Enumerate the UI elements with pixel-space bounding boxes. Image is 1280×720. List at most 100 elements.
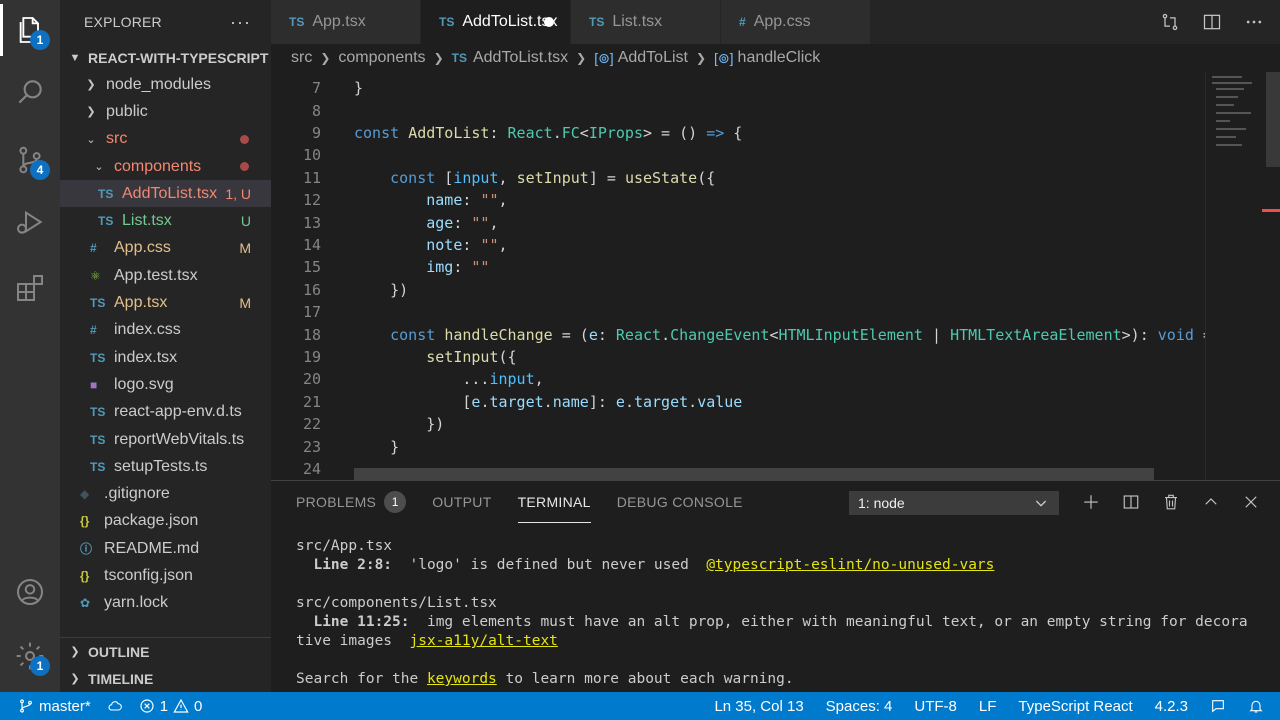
tree-file-package-json[interactable]: {} package.json [60,508,271,535]
tab-app-css[interactable]: # App.css [721,0,871,44]
tree-file-logo-svg[interactable]: ■ logo.svg [60,371,271,398]
tree-item-label: reportWebVitals.ts [114,430,245,448]
code-editor[interactable]: 7} 8 9 const AddToList: React.FC<IProps> … [271,72,1205,480]
terminal-line: Search for the keywords to learn more ab… [296,670,1260,689]
tree-folder-public[interactable]: ❯ public [60,98,271,125]
chevron-right-icon: ❯ [433,51,444,65]
breadcrumb-src[interactable]: src [291,49,312,67]
tree-file-index-css[interactable]: # index.css [60,317,271,344]
warning-position: Line 11:25: [296,614,410,630]
terminal-output[interactable]: src/App.tsx Line 2:8: 'logo' is defined … [296,537,1260,689]
language-mode[interactable]: TypeScript React [1018,698,1132,715]
eslint-rule-link[interactable]: jsx-a11y/alt-text [410,633,558,649]
tree-item-label: README.md [104,539,200,557]
split-terminal-icon[interactable] [1122,493,1140,511]
tree-file-app-test[interactable]: ⚛ App.test.tsx [60,262,271,289]
git-decoration: M [239,240,251,257]
tab-terminal[interactable]: TERMINAL [517,481,591,523]
tab-app-tsx[interactable]: TS App.tsx [271,0,421,44]
tree-item-label: logo.svg [114,375,174,393]
tree-file-tsconfig[interactable]: {} tsconfig.json [60,562,271,589]
tree-file-app-css[interactable]: # App.css M [60,235,271,262]
tree-item-label: react-app-env.d.ts [114,403,242,421]
cursor-position[interactable]: Ln 35, Col 13 [714,698,803,715]
breadcrumb-symbol-addtolist[interactable]: AddToList [618,49,688,67]
search-icon[interactable] [0,62,60,122]
typescript-file-icon: TS [289,15,305,29]
tree-file-readme[interactable]: ⓘ README.md [60,535,271,562]
json-file-icon: {} [80,568,90,583]
horizontal-scrollbar[interactable] [354,468,1154,480]
split-editor-icon[interactable] [1202,12,1222,32]
tree-file-yarn-lock[interactable]: ✿ yarn.lock [60,590,271,617]
tree-folder-components[interactable]: ⌄ components [60,153,271,180]
source-control-icon[interactable]: 4 [0,130,60,190]
trash-icon[interactable] [1162,493,1180,511]
tree-file-list[interactable]: TS List.tsx U [60,207,271,234]
unsaved-dot-icon[interactable] [544,17,554,27]
tree-file-reportwebvitals[interactable]: TS reportWebVitals.ts [60,426,271,453]
git-decoration: M [239,295,251,312]
tab-addtolist-tsx[interactable]: TS AddToList.tsx [421,0,571,44]
tab-label: PROBLEMS [296,494,377,510]
indentation[interactable]: Spaces: 4 [826,698,893,715]
run-debug-icon[interactable] [0,192,60,252]
tree-folder-node-modules[interactable]: ❯ node_modules [60,71,271,98]
eslint-rule-link[interactable]: @typescript-eslint/no-unused-vars [706,557,994,573]
timeline-title: TIMELINE [88,670,154,687]
terminal-line: src/App.tsx [296,538,393,554]
close-icon[interactable] [1242,493,1260,511]
settings-gear-icon[interactable]: 1 [0,626,60,686]
timeline-section-header[interactable]: ❯ TIMELINE [60,665,271,692]
tree-folder-src[interactable]: ⌄ src [60,126,271,153]
tab-problems[interactable]: PROBLEMS 1 [296,481,407,523]
svg-file-icon: ■ [90,377,98,392]
notifications-item[interactable] [1248,698,1264,714]
status-bar: master* 1 0 Ln 35, Col 13 Spaces: 4 UTF-… [0,692,1280,720]
typescript-version[interactable]: 4.2.3 [1155,698,1188,715]
tree-file-addtolist[interactable]: TS AddToList.tsx 1, U [60,180,271,208]
line-number: 20 [302,370,321,389]
minimap[interactable] [1205,72,1280,480]
encoding[interactable]: UTF-8 [914,698,957,715]
account-icon[interactable] [0,562,60,622]
outline-section-header[interactable]: ❯ OUTLINE [60,638,271,665]
end-of-line[interactable]: LF [979,698,997,715]
terminal-select[interactable]: 1: node [849,491,1059,515]
symbol-variable-icon: [⊚] [594,49,614,66]
typescript-file-icon: TS [90,405,106,420]
more-actions-icon[interactable] [1244,12,1264,32]
tree-item-label: List.tsx [122,212,172,230]
keywords-link[interactable]: keywords [427,671,497,687]
explorer-icon[interactable]: 1 [0,0,60,60]
project-folder-header[interactable]: ▼ REACT-WITH-TYPESCRIPT [60,44,271,71]
tree-file-app-tsx[interactable]: TS App.tsx M [60,289,271,316]
tree-file-react-app-env[interactable]: TS react-app-env.d.ts [60,399,271,426]
tree-file-gitignore[interactable]: ◆ .gitignore [60,480,271,507]
tab-debug-console[interactable]: DEBUG CONSOLE [617,481,743,523]
compare-changes-icon[interactable] [1160,12,1180,32]
terminal-line: src/components/List.tsx [296,595,497,611]
chevron-up-icon[interactable] [1202,493,1220,511]
sync-item[interactable] [107,698,123,714]
tree-file-index-tsx[interactable]: TS index.tsx [60,344,271,371]
minimap-slider[interactable] [1266,72,1280,167]
code-line: 7} [271,77,1205,99]
tab-list-tsx[interactable]: TS List.tsx [571,0,721,44]
more-actions-icon[interactable]: ··· [230,12,251,33]
line-number: 13 [302,213,321,232]
breadcrumb-symbol-handleclick[interactable]: handleClick [738,49,821,67]
problems-status-item[interactable]: 1 0 [139,698,202,715]
tab-output[interactable]: OUTPUT [432,481,491,523]
code-line: 9 const AddToList: React.FC<IProps> = () … [271,122,1205,144]
extensions-icon[interactable] [0,258,60,318]
code-line: 23 } [271,435,1205,457]
git-branch-item[interactable]: master* [18,698,91,715]
tree-file-setuptests[interactable]: TS setupTests.ts [60,453,271,480]
feedback-item[interactable] [1210,698,1226,714]
git-branch-name: master* [39,697,91,715]
code-line: 8 [271,99,1205,121]
new-terminal-icon[interactable] [1082,493,1100,511]
breadcrumb-file[interactable]: AddToList.tsx [473,49,568,67]
breadcrumb-components[interactable]: components [338,49,425,67]
